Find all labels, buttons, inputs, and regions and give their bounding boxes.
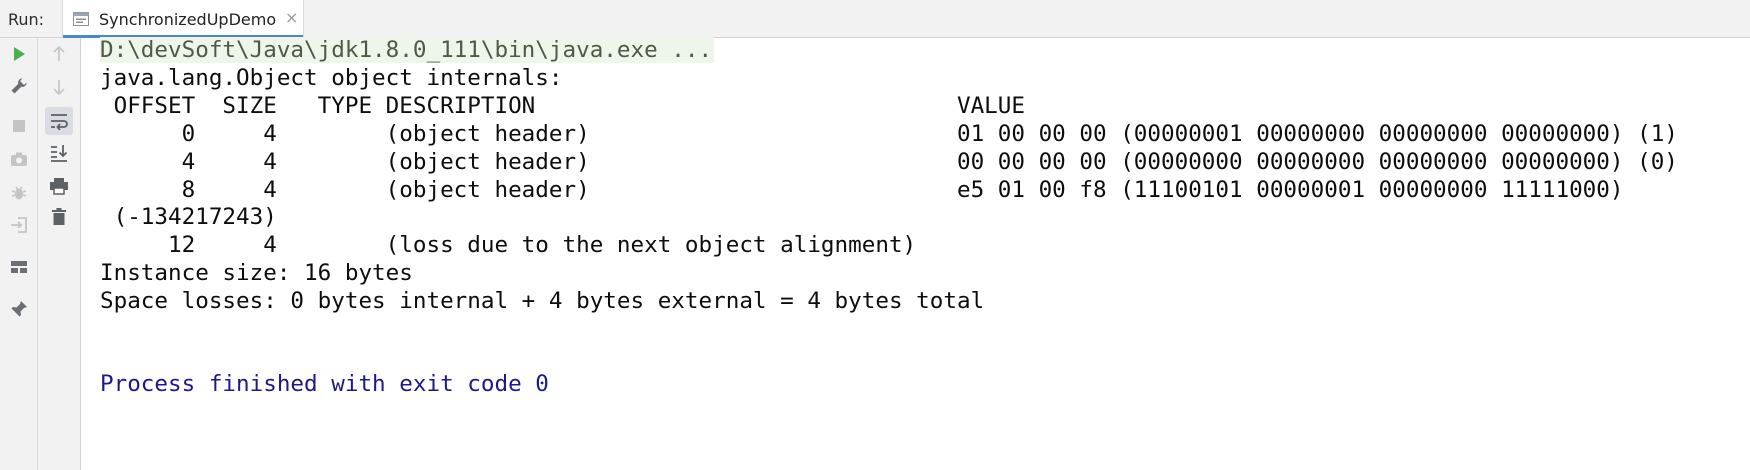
trash-icon[interactable] — [46, 204, 72, 230]
tab-title: SynchronizedUpDemo — [99, 10, 277, 29]
pin-icon[interactable] — [6, 296, 32, 322]
up-arrow-icon[interactable] — [46, 41, 72, 67]
login-icon[interactable] — [6, 212, 32, 238]
console-output[interactable]: D:\devSoft\Java\jdk1.8.0_111\bin\java.ex… — [81, 36, 1750, 470]
console-line: Instance size: 16 bytes — [100, 260, 413, 286]
close-icon[interactable]: × — [285, 8, 298, 28]
exit-code-message: Process finished with exit code 0 — [100, 371, 549, 397]
console-line-wrapped: (-134217243) — [100, 204, 277, 230]
console-line: 8 4 (object header) e5 01 00 f8 (1110010… — [100, 177, 1624, 203]
soft-wrap-icon[interactable] — [45, 107, 73, 135]
rerun-icon[interactable] — [6, 41, 32, 67]
layout-icon[interactable] — [6, 254, 32, 280]
print-icon[interactable] — [46, 173, 72, 199]
camera-icon[interactable] — [6, 146, 32, 172]
command-text[interactable]: D:\devSoft\Java\jdk1.8.0_111\bin\java.ex… — [100, 37, 715, 63]
wrench-icon[interactable] — [6, 73, 32, 99]
run-label: Run: — [8, 10, 45, 29]
tab-synchronized-up-demo[interactable]: SynchronizedUpDemo × — [62, 0, 304, 38]
console-line-command: D:\devSoft\Java\jdk1.8.0_111\bin\java.ex… — [100, 36, 715, 64]
console-line: 4 4 (object header) 00 00 00 00 (0000000… — [100, 149, 1678, 175]
down-arrow-icon[interactable] — [46, 74, 72, 100]
scroll-to-end-icon[interactable] — [46, 140, 72, 166]
console-line: 12 4 (loss due to the next object alignm… — [100, 232, 917, 258]
stop-icon[interactable] — [6, 113, 32, 139]
console-line: Space losses: 0 bytes internal + 4 bytes… — [100, 288, 985, 314]
run-toolbar-primary — [0, 38, 38, 470]
run-toolbar-secondary — [38, 38, 81, 470]
console-line-header: OFFSET SIZE TYPE DESCRIPTION VALUE — [100, 93, 1025, 119]
console-line: java.lang.Object object internals: — [100, 65, 563, 91]
console-line: 0 4 (object header) 01 00 00 00 (0000000… — [100, 121, 1678, 147]
run-toolwindow-header: Run: SynchronizedUpDemo × — [0, 0, 1750, 38]
debug-icon[interactable] — [6, 180, 32, 206]
run-config-icon — [73, 11, 89, 26]
